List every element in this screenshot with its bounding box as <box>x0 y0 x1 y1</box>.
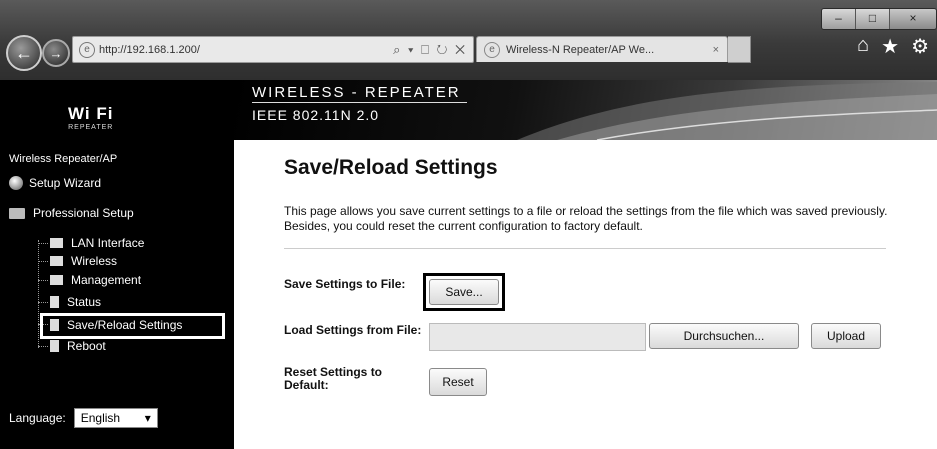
browser-chrome: – □ × ← → e http://192.168.1.200/ ⌕ ▾ ⎕ … <box>0 0 937 80</box>
settings-gear-icon[interactable]: ⚙ <box>911 34 929 59</box>
sidebar-item-lan-interface[interactable]: LAN Interface <box>50 236 144 250</box>
browser-tab[interactable]: e Wireless-N Repeater/AP We... × <box>476 36 728 62</box>
document-icon <box>50 319 59 331</box>
banner-divider <box>252 102 467 103</box>
address-bar[interactable]: e http://192.168.1.200/ ⌕ ▾ ⎕ ↻ ✕ <box>72 36 474 63</box>
save-settings-label: Save Settings to File: <box>284 277 406 291</box>
page-icon: e <box>79 41 95 58</box>
forward-button[interactable]: → <box>42 39 70 67</box>
language-label: Language: <box>9 411 66 425</box>
tree-branch <box>38 346 48 347</box>
sidebar-item-professional-setup[interactable]: Professional Setup <box>9 206 134 220</box>
tree-branch <box>38 243 48 244</box>
wizard-globe-icon <box>9 176 23 190</box>
top-banner: WIRELESS - REPEATER IEEE 802.11N 2.0 <box>234 80 937 140</box>
address-tools-icons[interactable]: ⌕ ▾ ⎕ ↻ ✕ <box>393 42 467 58</box>
home-icon[interactable]: ⌂ <box>857 34 869 59</box>
document-icon <box>50 296 59 308</box>
tab-title: Wireless-N Repeater/AP We... <box>506 43 655 56</box>
window-controls: – □ × <box>821 8 937 30</box>
divider <box>284 248 886 249</box>
sidebar-item-setup-wizard[interactable]: Setup Wizard <box>9 176 101 190</box>
sidebar-item-label: Management <box>71 273 142 287</box>
browse-button[interactable]: Durchsuchen... <box>649 323 799 349</box>
sidebar-item-status[interactable]: Status <box>50 295 101 309</box>
sidebar-item-label: Wireless <box>71 254 118 268</box>
sidebar-item-save-reload[interactable]: Save/Reload Settings <box>50 318 182 332</box>
sidebar-item-label: Status <box>67 295 102 309</box>
language-value: English <box>80 411 121 425</box>
wifi-logo: Wi Fi REPEATER <box>68 104 113 131</box>
page-description: This page allows you save current settin… <box>284 204 888 233</box>
sidebar-title: Wireless Repeater/AP <box>9 153 118 165</box>
address-url[interactable]: http://192.168.1.200/ <box>99 44 393 56</box>
chevron-down-icon: ▾ <box>144 411 151 425</box>
sidebar-item-label: Professional Setup <box>33 206 134 220</box>
web-page: Wi Fi REPEATER Wireless Repeater/AP Setu… <box>0 80 937 449</box>
forward-arrow-icon: → <box>49 45 63 61</box>
tree-branch <box>38 261 48 262</box>
professional-setup-icon <box>9 207 25 219</box>
tree-branch <box>38 302 48 303</box>
folder-icon <box>50 275 63 285</box>
favorites-star-icon[interactable]: ★ <box>881 34 899 59</box>
maximize-button[interactable]: □ <box>855 9 889 29</box>
new-tab-button[interactable] <box>728 36 751 63</box>
page-title: Save/Reload Settings <box>284 156 498 179</box>
sidebar: Wi Fi REPEATER Wireless Repeater/AP Setu… <box>0 80 234 449</box>
sidebar-item-reboot[interactable]: Reboot <box>50 339 106 353</box>
save-button[interactable]: Save... <box>429 279 499 305</box>
upload-button[interactable]: Upload <box>811 323 881 349</box>
back-button[interactable]: ← <box>6 35 42 71</box>
sidebar-item-label: Reboot <box>67 339 106 353</box>
reset-settings-label: Reset Settings to Default: <box>284 365 383 392</box>
sidebar-item-label: Setup Wizard <box>29 176 102 190</box>
load-settings-label: Load Settings from File: <box>284 323 422 337</box>
banner-line2: IEEE 802.11N 2.0 <box>252 107 380 123</box>
sidebar-item-label: LAN Interface <box>71 236 145 250</box>
close-window-button[interactable]: × <box>889 9 936 29</box>
tab-close-icon[interactable]: × <box>713 44 719 56</box>
back-arrow-icon: ← <box>15 42 33 63</box>
banner-line1: WIRELESS - REPEATER <box>252 84 461 101</box>
folder-icon <box>50 238 63 248</box>
folder-icon <box>50 256 63 266</box>
logo-main-text: Wi Fi <box>68 104 114 123</box>
file-path-input[interactable] <box>429 323 646 351</box>
language-selector: Language: English ▾ <box>9 408 158 428</box>
tab-page-icon: e <box>484 41 500 58</box>
reset-button[interactable]: Reset <box>429 368 487 396</box>
sidebar-item-label: Save/Reload Settings <box>67 318 183 332</box>
banner-swoosh-graphic <box>517 82 937 140</box>
minimize-button[interactable]: – <box>822 9 855 29</box>
browser-toolbar-icons: ⌂ ★ ⚙ <box>857 34 929 59</box>
language-dropdown[interactable]: English ▾ <box>73 408 158 428</box>
tree-branch <box>38 280 48 281</box>
sidebar-item-management[interactable]: Management <box>50 273 141 287</box>
logo-text: Wi Fi <box>68 104 113 124</box>
document-icon <box>50 340 59 352</box>
sidebar-item-wireless[interactable]: Wireless <box>50 254 117 268</box>
logo-subtext: REPEATER <box>68 124 114 131</box>
